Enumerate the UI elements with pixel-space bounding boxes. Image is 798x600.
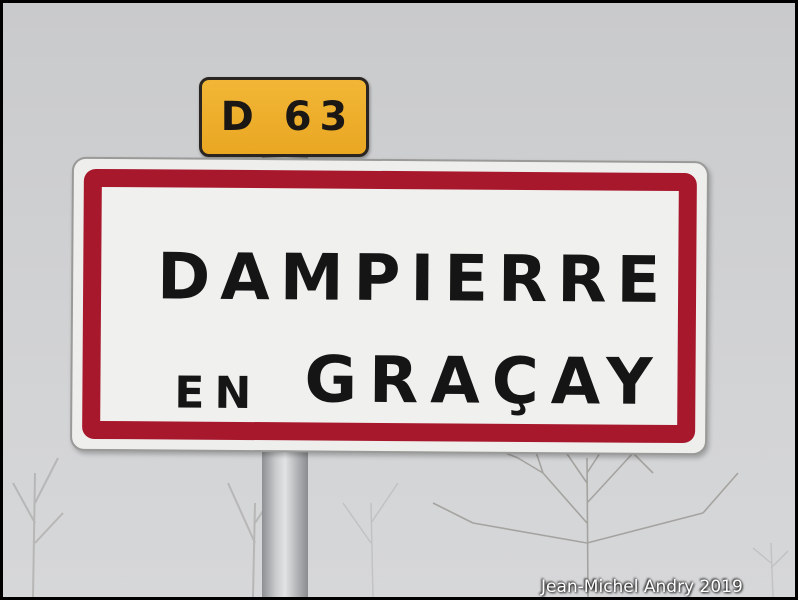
photo-credit: Jean-Michel Andry 2019: [541, 577, 743, 597]
town-name-line-1: DAMPIERRE: [156, 240, 671, 318]
town-sign-red-border: DAMPIERRE EN GRAÇAY: [82, 168, 697, 444]
road-number-text: D 63: [220, 94, 356, 140]
photo-frame: D 63 DAMPIERRE EN GRAÇAY Jean-Michel And…: [3, 3, 795, 597]
town-entrance-sign: DAMPIERRE EN GRAÇAY: [69, 156, 710, 456]
town-name-line-2: GRAÇAY: [304, 343, 665, 420]
road-number-plate: D 63: [199, 77, 369, 157]
town-name-prefix: EN: [174, 367, 262, 420]
